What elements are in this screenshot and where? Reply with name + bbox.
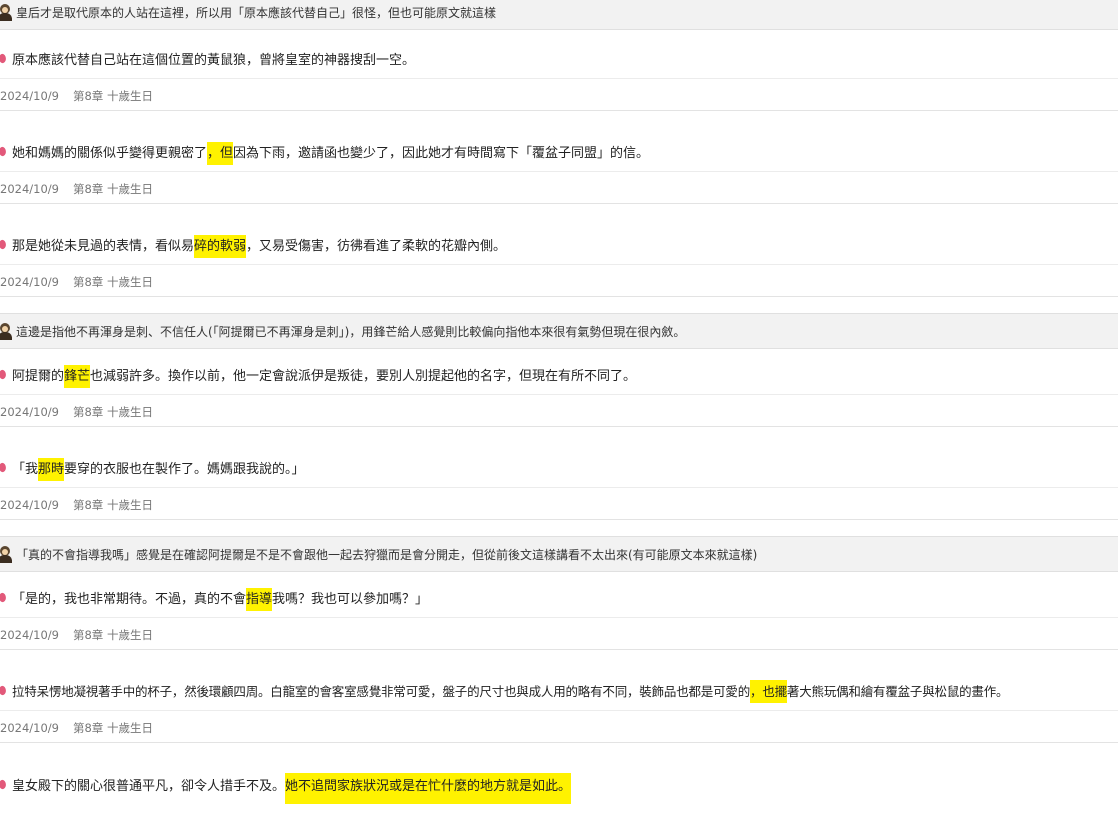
meta-row: 2024/10/9 第8章 十歲生日	[0, 268, 1118, 297]
quote-row[interactable]: 「是的，我也非常期待。不過，真的不會指導我嗎？我也可以參加嗎？」	[0, 577, 1118, 618]
highlight: 她不追問家族狀況或是在忙什麼的地方就是如此。	[285, 772, 572, 804]
quote-chapter[interactable]: 第8章 十歲生日	[73, 627, 153, 643]
meta-row: 2024/10/9 第8章 十歲生日	[0, 398, 1118, 427]
highlight: 那時	[38, 457, 65, 481]
comment-row: 皇后才是取代原本的人站在這裡，所以用「原本應該代替自己」很怪，但也可能原文就這樣	[0, 0, 1118, 30]
quote-chapter[interactable]: 第8章 十歲生日	[73, 181, 153, 197]
quote-row[interactable]: 那是她從未見過的表情，看似易碎的軟弱，又易受傷害，彷彿看進了柔軟的花瓣內側。	[0, 224, 1118, 265]
quote-text: 「是的，我也非常期待。不過，真的不會指導我嗎？我也可以參加嗎？」	[12, 587, 428, 611]
quote-text: 原本應該代替自己站在這個位置的黃鼠狼，曾將皇室的神器搜刮一空。	[12, 52, 416, 68]
highlight: ，也擺	[750, 679, 787, 703]
avatar	[0, 323, 12, 340]
bookmark-icon	[0, 684, 8, 696]
meta-row: 2024/10/9 第8章 十歲生日	[0, 621, 1118, 650]
comment-text: 「真的不會指導我嗎」感覺是在確認阿提爾是不是不會跟他一起去狩獵而是會分開走，但從…	[16, 547, 758, 562]
quote-date: 2024/10/9	[0, 405, 59, 419]
quote-date: 2024/10/9	[0, 275, 59, 289]
bookmark-icon	[0, 778, 8, 790]
avatar	[0, 546, 12, 563]
quote-date: 2024/10/9	[0, 721, 59, 735]
bookmark-icon	[0, 52, 8, 64]
meta-row: 2024/10/9 第8章 十歲生日	[0, 491, 1118, 520]
highlight: 碎的軟弱	[194, 234, 247, 258]
quote-chapter[interactable]: 第8章 十歲生日	[73, 88, 153, 104]
quote-chapter[interactable]: 第8章 十歲生日	[73, 404, 153, 420]
highlight: ，但	[207, 141, 234, 165]
quote-row[interactable]: 阿提爾的鋒芒也減弱許多。換作以前，他一定會說派伊是叛徒，要別人別提起他的名字，但…	[0, 354, 1118, 395]
quote-row[interactable]: 拉特呆愣地凝視著手中的杯子，然後環顧四周。白龍室的會客室感覺非常可愛，盤子的尺寸…	[0, 670, 1118, 711]
quote-date: 2024/10/9	[0, 498, 59, 512]
quote-row[interactable]: 皇女殿下的關心很普通平凡，卻令人措手不及。她不追問家族狀況或是在忙什麼的地方就是…	[0, 764, 1118, 804]
bookmark-icon	[0, 238, 8, 250]
bookmark-icon	[0, 591, 8, 603]
avatar	[0, 4, 12, 21]
quote-text: 拉特呆愣地凝視著手中的杯子，然後環顧四周。白龍室的會客室感覺非常可愛，盤子的尺寸…	[12, 679, 1009, 703]
meta-row: 2024/10/9 第8章 十歲生日	[0, 175, 1118, 204]
quote-text: 阿提爾的鋒芒也減弱許多。換作以前，他一定會說派伊是叛徒，要別人別提起他的名字，但…	[12, 364, 636, 388]
quote-row[interactable]: 原本應該代替自己站在這個位置的黃鼠狼，曾將皇室的神器搜刮一空。	[0, 38, 1118, 79]
highlight: 鋒芒	[64, 364, 91, 388]
quote-chapter[interactable]: 第8章 十歲生日	[73, 720, 153, 736]
quote-text: 她和媽媽的關係似乎變得更親密了，但因為下雨，邀請函也變少了，因此她才有時間寫下「…	[12, 141, 649, 165]
quote-text: 那是她從未見過的表情，看似易碎的軟弱，又易受傷害，彷彿看進了柔軟的花瓣內側。	[12, 234, 506, 258]
quote-row[interactable]: 「我那時要穿的衣服也在製作了。媽媽跟我說的。」	[0, 447, 1118, 488]
comment-row: 「真的不會指導我嗎」感覺是在確認阿提爾是不是不會跟他一起去狩獵而是會分開走，但從…	[0, 536, 1118, 572]
comment-row: 這邊是指他不再渾身是刺、不信任人(「阿提爾已不再渾身是刺」)，用鋒芒給人感覺則比…	[0, 313, 1118, 349]
quote-date: 2024/10/9	[0, 628, 59, 642]
quote-chapter[interactable]: 第8章 十歲生日	[73, 497, 153, 513]
quote-row[interactable]: 她和媽媽的關係似乎變得更親密了，但因為下雨，邀請函也變少了，因此她才有時間寫下「…	[0, 131, 1118, 172]
quote-chapter[interactable]: 第8章 十歲生日	[73, 274, 153, 290]
quote-text: 皇女殿下的關心很普通平凡，卻令人措手不及。她不追問家族狀況或是在忙什麼的地方就是…	[12, 772, 572, 804]
comment-text: 這邊是指他不再渾身是刺、不信任人(「阿提爾已不再渾身是刺」)，用鋒芒給人感覺則比…	[16, 324, 686, 339]
comment-text: 皇后才是取代原本的人站在這裡，所以用「原本應該代替自己」很怪，但也可能原文就這樣	[16, 5, 497, 20]
meta-row: 2024/10/9 第8章 十歲生日	[0, 714, 1118, 743]
quote-date: 2024/10/9	[0, 89, 59, 103]
highlight: 指導	[246, 587, 273, 611]
meta-row: 2024/10/9 第8章 十歲生日	[0, 82, 1118, 111]
bookmark-icon	[0, 145, 8, 157]
quote-date: 2024/10/9	[0, 182, 59, 196]
bookmark-icon	[0, 368, 8, 380]
bookmark-icon	[0, 461, 8, 473]
quote-text: 「我那時要穿的衣服也在製作了。媽媽跟我說的。」	[12, 457, 305, 481]
